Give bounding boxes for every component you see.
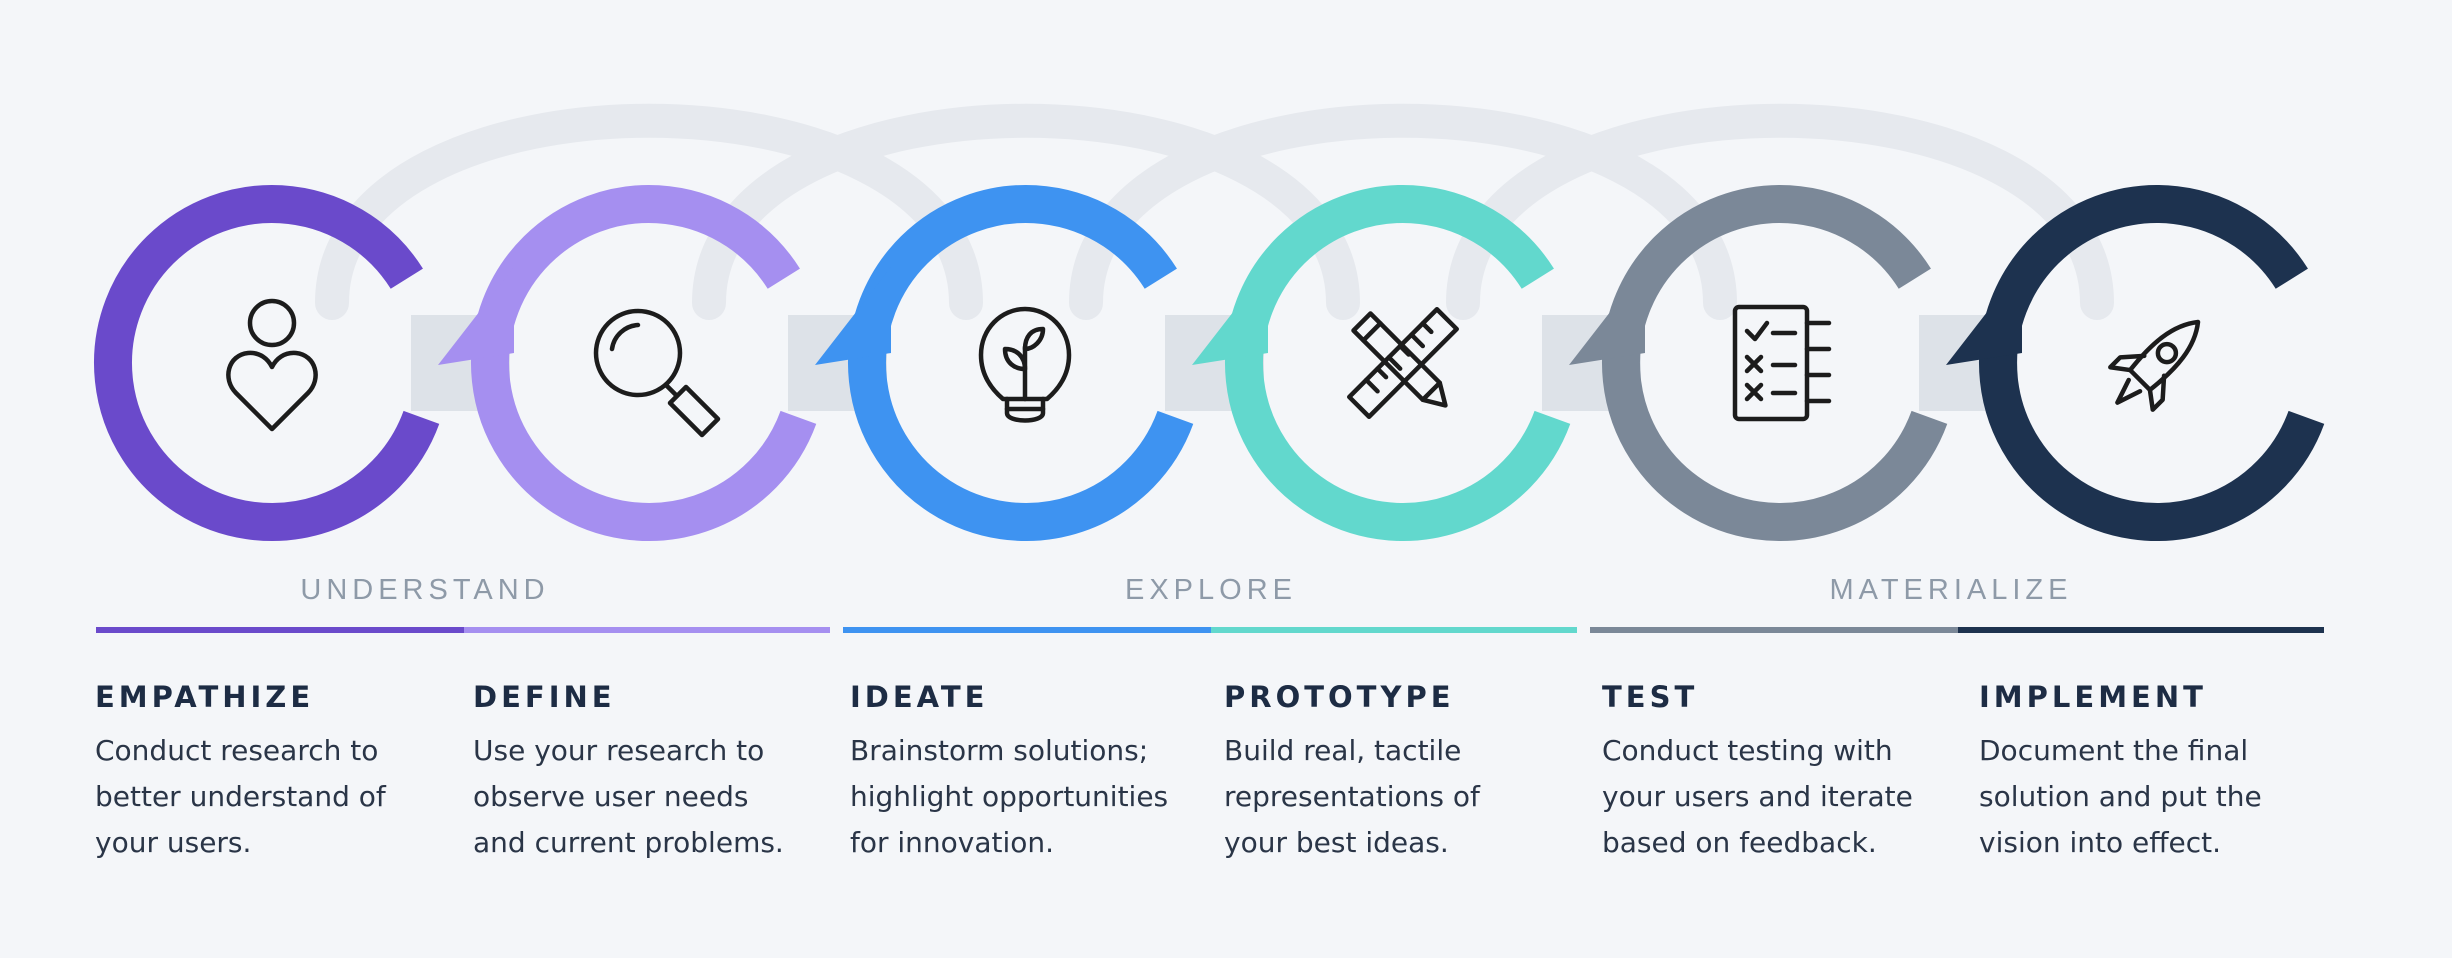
group-label-explore: EXPLORE — [1125, 574, 1297, 606]
ruler-pencil-icon — [1347, 307, 1459, 419]
stage-description: Build real, tactile representations of you… — [1224, 734, 1480, 859]
stage-title: EMPATHIZE — [95, 680, 315, 714]
group-label-understand: UNDERSTAND — [300, 574, 550, 606]
stage-title: DEFINE — [473, 680, 616, 714]
stage-description: Use your research to observe user needs an… — [473, 734, 784, 859]
design-thinking-diagram: UNDERSTAND EXPLORE MATERIALIZE EMPATHIZE… — [0, 0, 2452, 958]
lightbulb-icon — [978, 306, 1072, 423]
stage-empathize: EMPATHIZE Conduct research to better unde… — [95, 680, 475, 866]
magnifier-icon — [593, 308, 721, 438]
stage-ring-define — [471, 185, 817, 541]
rocket-icon — [2108, 319, 2201, 412]
stage-title: IMPLEMENT — [1979, 680, 2207, 714]
person-heart-icon — [226, 298, 318, 432]
stage-description: Conduct testing with your users and itera… — [1602, 734, 1913, 859]
group-label-materialize: MATERIALIZE — [1829, 574, 2073, 606]
stage-title: PROTOTYPE — [1224, 680, 1455, 714]
phase-bar-empathize — [96, 627, 464, 633]
checklist-icon — [1732, 304, 1832, 422]
stage-title: TEST — [1602, 680, 1699, 714]
stage-description: Brainstorm solutions; highlight opportuni… — [850, 734, 1169, 859]
stage-description: Document the final solution and put the vi… — [1979, 734, 2262, 859]
stage-implement: IMPLEMENT Document the final solution and… — [1979, 680, 2359, 866]
stage-test: TEST Conduct testing with your users and … — [1602, 680, 1982, 866]
phase-bar-define — [464, 627, 830, 633]
phase-bar-prototype — [1211, 627, 1577, 633]
stage-description: Conduct research to better understand of y… — [95, 734, 386, 859]
stage-ring-implement — [1979, 185, 2325, 541]
stage-ideate: IDEATE Brainstorm solutions; highlight op… — [850, 680, 1230, 866]
rings-layer — [94, 103, 2325, 541]
stage-ring-ideate — [848, 185, 1194, 541]
stage-ring-prototype — [1225, 185, 1571, 541]
stage-title: IDEATE — [850, 680, 989, 714]
phase-bar-implement — [1958, 627, 2324, 633]
phase-bar-ideate — [843, 627, 1211, 633]
stage-rings — [94, 185, 2325, 541]
stage-prototype: PROTOTYPE Build real, tactile representat… — [1224, 680, 1604, 866]
stage-define: DEFINE Use your research to observe user … — [473, 680, 853, 866]
phase-bar-test — [1590, 627, 1958, 633]
